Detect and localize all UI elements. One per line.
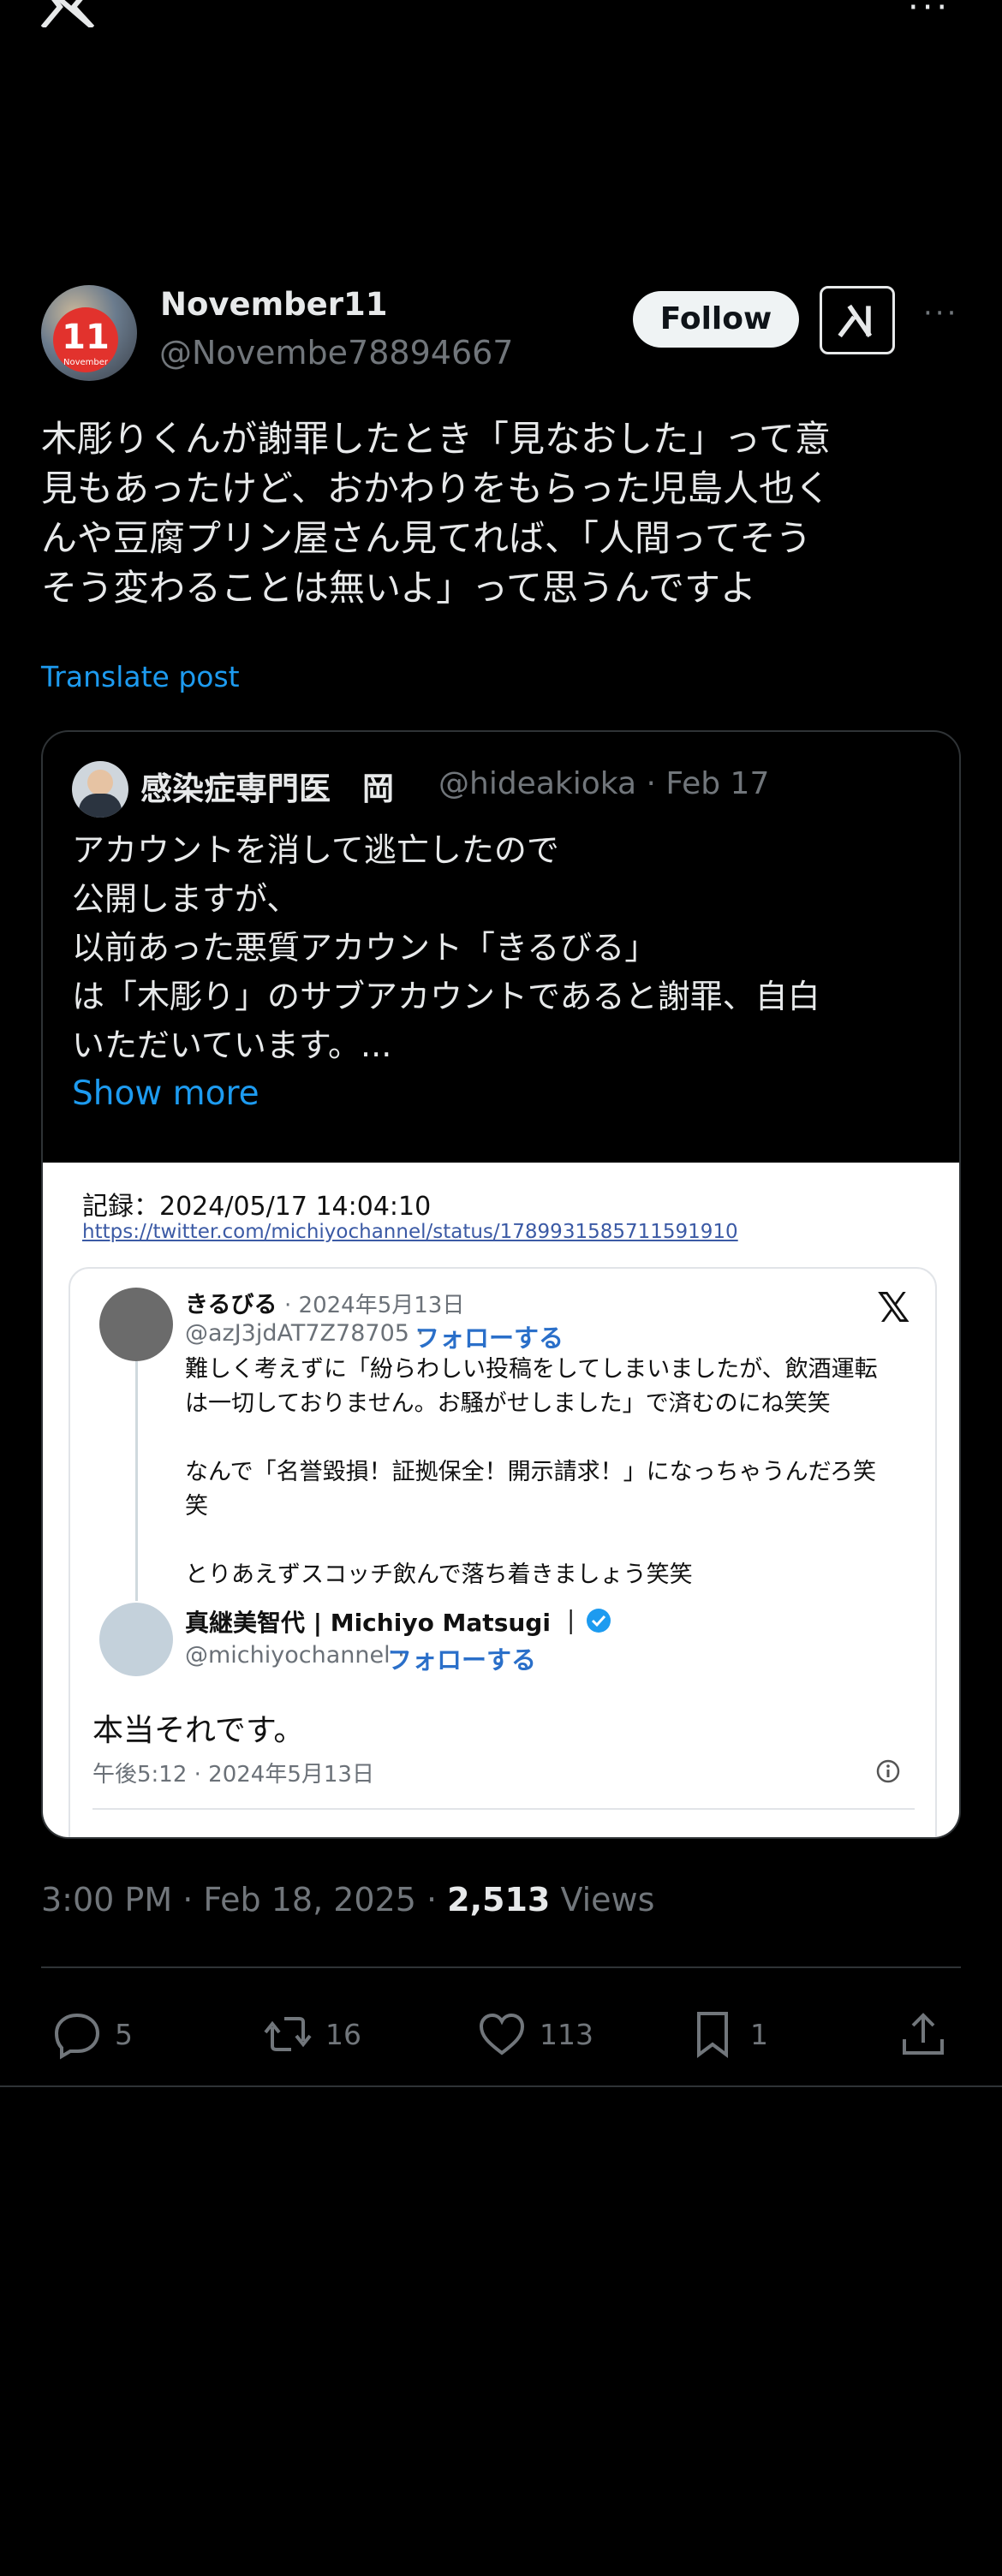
bookmark-button[interactable]: 1 bbox=[687, 2008, 768, 2060]
quoted-author-name: 感染症専門医 岡 bbox=[140, 770, 394, 807]
more-options-icon[interactable]: ··· bbox=[908, 0, 951, 27]
verified-badge-icon bbox=[587, 1609, 611, 1633]
divider bbox=[0, 2085, 1002, 2087]
screenshot-name-2: 真継美智代 | Michiyo Matsugi ｜ bbox=[185, 1609, 583, 1637]
reply-button[interactable]: 5 bbox=[51, 2008, 133, 2060]
show-more-link[interactable]: Show more bbox=[72, 1074, 259, 1113]
author-handle[interactable]: @Novembe78894667 bbox=[159, 334, 513, 372]
share-icon bbox=[903, 2013, 944, 2055]
author-display-name[interactable]: November11 bbox=[160, 286, 387, 323]
reply-icon bbox=[54, 2013, 100, 2060]
quoted-image[interactable]: 記録：2024/05/17 14:04:10 https://twitter.c… bbox=[43, 1163, 959, 1837]
screenshot-name-1: きるびる bbox=[185, 1292, 277, 1318]
post-text: 木彫りくんが謝罪したとき「見なおした」って意 見もあったけど、おかわりをもらった… bbox=[41, 418, 831, 609]
screenshot-follow-2: フォローする bbox=[387, 1645, 537, 1675]
screenshot-divider bbox=[92, 1808, 915, 1810]
screenshot-follow-1: フォローする bbox=[415, 1324, 564, 1353]
follow-button[interactable]: Follow bbox=[633, 291, 799, 348]
screenshot-handle-2: @michiyochannel · bbox=[185, 1642, 405, 1669]
screenshot-body-1: 難しく考えずに「紛らわしい投稿をしてしまいましたが、飲酒運転 は一切しておりませ… bbox=[185, 1356, 878, 1588]
screenshot-reply-text: 本当それです。 bbox=[92, 1713, 305, 1748]
repost-icon bbox=[264, 2017, 312, 2051]
repost-button[interactable]: 16 bbox=[262, 2008, 361, 2060]
quoted-post-text: アカウントを消して逃亡したので 公開しますが、 以前あった悪質アカウント「きるび… bbox=[72, 831, 820, 1064]
screenshot-url: https://twitter.com/michiyochannel/statu… bbox=[82, 1221, 738, 1243]
info-icon bbox=[876, 1759, 900, 1783]
translate-post-link[interactable]: Translate post bbox=[41, 660, 240, 693]
post-more-icon[interactable]: ··· bbox=[923, 296, 958, 330]
post-timestamp: 3:00 PM · Feb 18, 2025 · 2,513 Views bbox=[41, 1881, 655, 1919]
heart-icon bbox=[479, 2013, 525, 2055]
views-count: 2,513 bbox=[447, 1881, 551, 1919]
like-button[interactable]: 113 bbox=[476, 2008, 593, 2060]
author-avatar[interactable]: 11 November bbox=[41, 285, 137, 381]
share-button[interactable] bbox=[898, 2008, 961, 2060]
quoted-author-meta: @hideakioka · Feb 17 bbox=[438, 766, 770, 801]
avatar-badge: 11 November bbox=[53, 307, 118, 372]
screenshot-tweet-card: きるびる · 2024年5月13日 @azJ3jdAT7Z78705 · フォロ… bbox=[69, 1267, 937, 1837]
screenshot-record: 記録：2024/05/17 14:04:10 bbox=[82, 1192, 432, 1222]
divider bbox=[41, 1966, 961, 1968]
grok-icon[interactable] bbox=[820, 286, 895, 354]
screenshot-handle-1: @azJ3jdAT7Z78705 · bbox=[185, 1320, 425, 1347]
screenshot-avatar-1 bbox=[99, 1288, 173, 1361]
screenshot-date-1: · 2024年5月13日 bbox=[284, 1293, 465, 1318]
screenshot-avatar-2 bbox=[99, 1603, 173, 1676]
screenshot-time: 午後5:12 · 2024年5月13日 bbox=[92, 1762, 374, 1788]
thread-line bbox=[135, 1361, 138, 1601]
x-logo-icon[interactable] bbox=[41, 0, 94, 27]
screenshot-x-icon: 𝕏 bbox=[877, 1284, 910, 1332]
quoted-post[interactable]: 感染症専門医 岡 @hideakioka · Feb 17 アカウントを消して逃… bbox=[41, 730, 961, 1839]
bookmark-icon bbox=[697, 2012, 728, 2058]
quoted-author-avatar bbox=[72, 761, 128, 818]
